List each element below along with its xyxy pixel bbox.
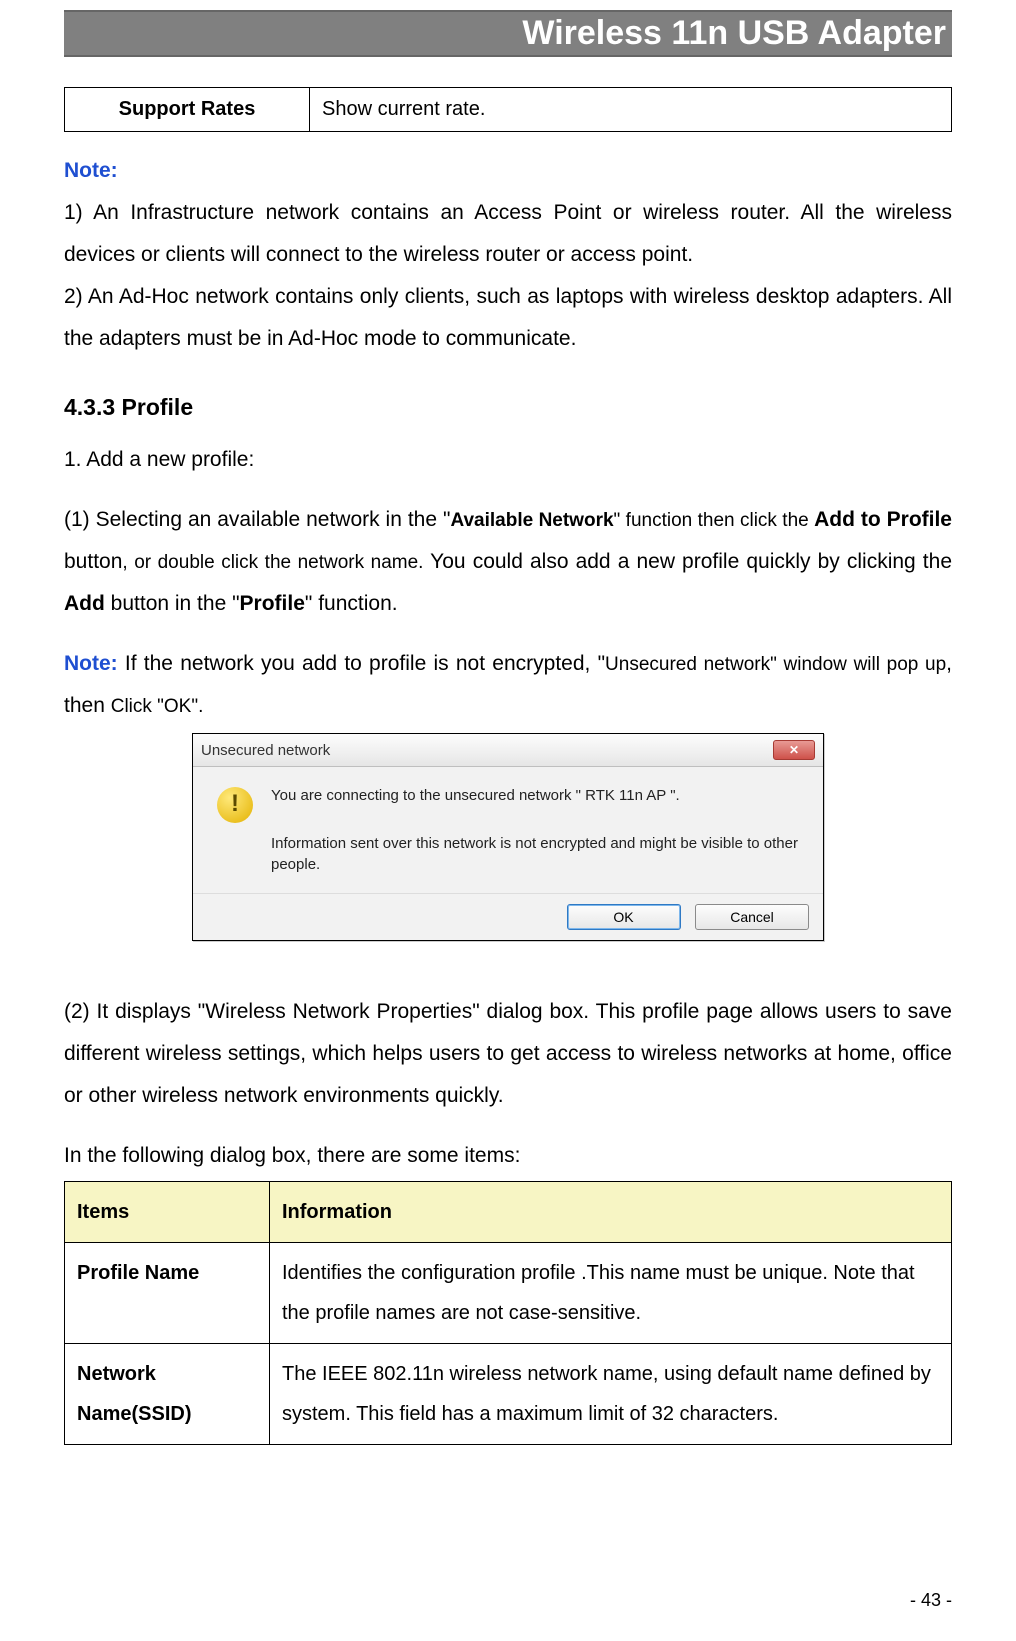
profile-p3: Note: If the network you add to profile … xyxy=(64,643,952,727)
dialog-title: Unsecured network xyxy=(201,742,330,759)
close-icon[interactable]: ✕ xyxy=(773,740,815,760)
dialog-line1: You are connecting to the unsecured netw… xyxy=(271,787,680,804)
table-row: Network Name(SSID) The IEEE 802.11n wire… xyxy=(65,1344,952,1445)
cell-profile-desc: Identifies the configuration profile .Th… xyxy=(270,1243,952,1344)
unsecured-network-dialog: Unsecured network ✕ You are connecting t… xyxy=(192,733,824,941)
p2g: You could also add a new profile quickly… xyxy=(423,550,952,573)
p3c: " window will pop up xyxy=(770,654,946,675)
p2c: " function then click the xyxy=(614,510,815,531)
p2a: (1) Selecting an available network in th… xyxy=(64,508,450,531)
p2i: button in the " xyxy=(105,592,240,615)
cancel-button[interactable]: Cancel xyxy=(695,904,809,930)
p2h: Add xyxy=(64,592,105,615)
note2-label: Note: xyxy=(64,652,118,675)
dialog-footer: OK Cancel xyxy=(193,893,823,940)
table-header-row: Items Information xyxy=(65,1182,952,1243)
col-information: Information xyxy=(270,1182,952,1243)
section-heading: 4.3.3 Profile xyxy=(64,394,952,421)
warning-icon xyxy=(217,787,253,823)
p2e: button xyxy=(64,550,122,573)
p2f: , or double click the network name. xyxy=(122,552,423,573)
p2b: Available Network xyxy=(450,510,613,531)
page-banner: Wireless 11n USB Adapter xyxy=(64,10,952,57)
p3a: If the network you add to profile is not… xyxy=(118,652,605,675)
note-text-1: 1) An Infrastructure network contains an… xyxy=(64,201,952,266)
profile-p1: 1. Add a new profile: xyxy=(64,439,952,481)
table-row: Support Rates Show current rate. xyxy=(65,88,952,132)
p2d: Add to Profile xyxy=(814,508,952,531)
items-table: Items Information Profile Name Identifie… xyxy=(64,1181,952,1445)
para-2: (2) It displays "Wireless Network Proper… xyxy=(64,991,952,1117)
p2j: Profile xyxy=(240,592,305,615)
para-3: In the following dialog box, there are s… xyxy=(64,1135,952,1177)
col-items: Items xyxy=(65,1182,270,1243)
support-rates-label: Support Rates xyxy=(65,88,310,132)
note-para-1: Note: 1) An Infrastructure network conta… xyxy=(64,150,952,360)
ok-button[interactable]: OK xyxy=(567,904,681,930)
cell-ssid-desc: The IEEE 802.11n wireless network name, … xyxy=(270,1344,952,1445)
page-number: - 43 - xyxy=(910,1590,952,1611)
support-rates-value: Show current rate. xyxy=(310,88,952,132)
cell-ssid: Network Name(SSID) xyxy=(65,1344,270,1445)
dialog-titlebar: Unsecured network ✕ xyxy=(193,734,823,767)
note-text-2: 2) An Ad-Hoc network contains only clien… xyxy=(64,285,952,350)
dialog-body: You are connecting to the unsecured netw… xyxy=(193,767,823,893)
dialog-line2: Information sent over this network is no… xyxy=(271,833,799,875)
table-row: Profile Name Identifies the configuratio… xyxy=(65,1243,952,1344)
profile-p2: (1) Selecting an available network in th… xyxy=(64,499,952,625)
p3b: Unsecured network xyxy=(605,654,770,675)
note-label: Note: xyxy=(64,159,118,182)
support-rates-table: Support Rates Show current rate. xyxy=(64,87,952,132)
p3e: Click "OK". xyxy=(111,696,204,717)
p2k: " function. xyxy=(305,592,398,615)
cell-profile-name: Profile Name xyxy=(65,1243,270,1344)
